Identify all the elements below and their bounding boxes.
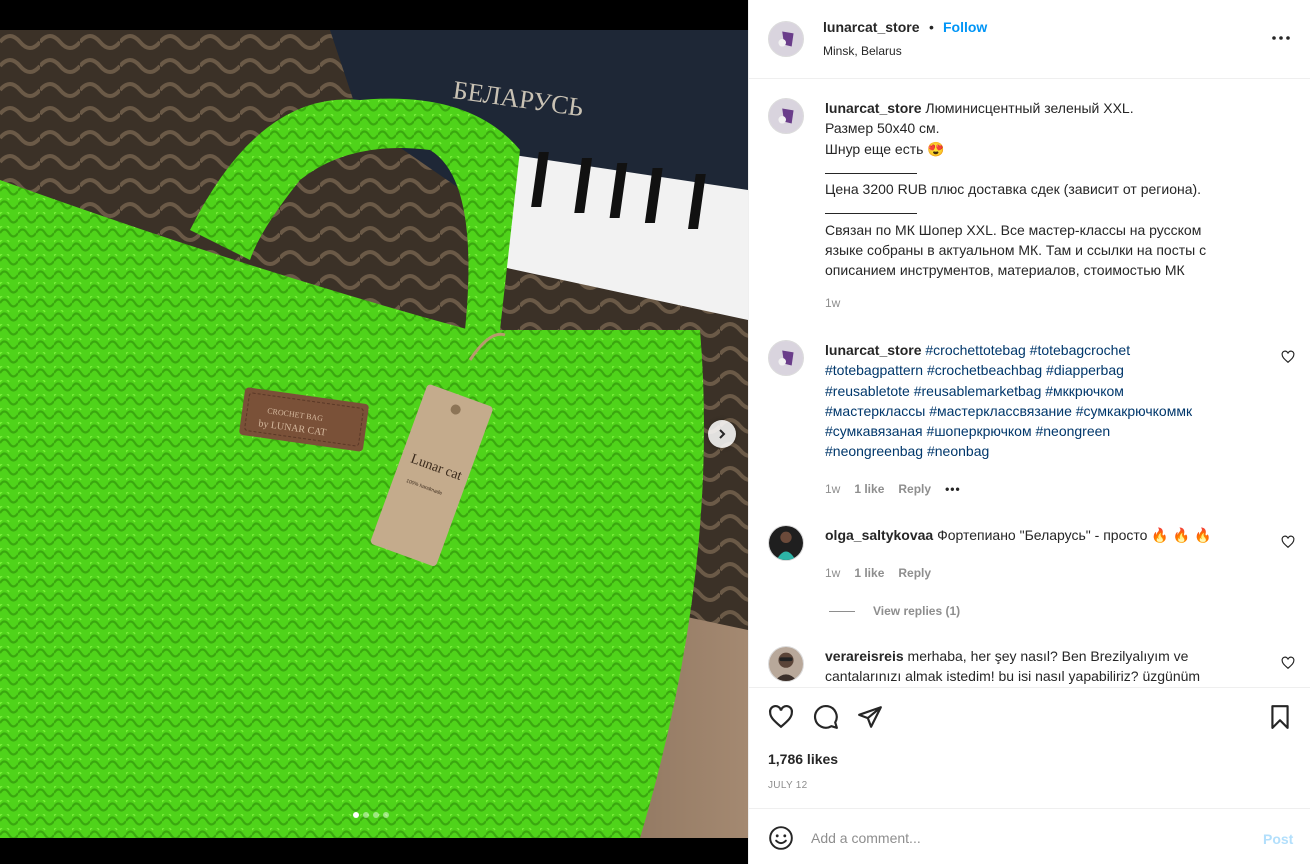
profile-picture bbox=[769, 22, 803, 56]
comment-timestamp[interactable]: 1w bbox=[825, 566, 840, 580]
share-icon[interactable] bbox=[857, 704, 883, 730]
caption-line: Размер 50х40 см. bbox=[825, 120, 940, 137]
view-replies-button[interactable]: View replies (1) bbox=[829, 604, 960, 618]
comment-text: olga_saltykovaa Фортепиано "Беларусь" - … bbox=[825, 525, 1265, 545]
comment-likes-count[interactable]: 1 like bbox=[854, 566, 884, 580]
post-actions: 1,786 likes JULY 12 bbox=[749, 687, 1310, 807]
comments-list[interactable]: lunarcat_store Люминисцентный зеленый XX… bbox=[749, 80, 1310, 686]
comment-likes-count[interactable]: 1 like bbox=[854, 482, 884, 496]
caption-meta: 1w bbox=[825, 296, 840, 310]
comment-username[interactable]: olga_saltykovaa bbox=[825, 527, 933, 543]
caption-timestamp[interactable]: 1w bbox=[825, 296, 840, 310]
avatar[interactable] bbox=[768, 98, 804, 134]
post-location[interactable]: Minsk, Belarus bbox=[823, 44, 902, 58]
caption-line: Люминисцентный зеленый XXL. bbox=[925, 100, 1134, 116]
carousel-next-button[interactable] bbox=[708, 420, 736, 448]
caption-line: Цена 3200 RUB плюс доставка сдек (зависи… bbox=[825, 181, 1202, 198]
hashtag-line[interactable]: #reusabletote #reusablemarketbag #мккрюч… bbox=[825, 381, 1265, 401]
profile-picture bbox=[769, 99, 803, 133]
caption-text: lunarcat_store Люминисцентный зеленый XX… bbox=[825, 98, 1265, 281]
like-comment-heart-icon[interactable] bbox=[1281, 535, 1295, 549]
divider-underline bbox=[825, 199, 1265, 219]
instagram-post-modal: БЕЛАРУСЬ CROCHET BAG by LUNAR CAT Lunar … bbox=[0, 0, 1310, 864]
comment-body: cantalarınızı almak istedim! bu isi nası… bbox=[825, 668, 1201, 685]
avatar[interactable] bbox=[768, 646, 804, 682]
comment-item: olga_saltykovaa Фортепиано "Беларусь" - … bbox=[749, 525, 1310, 625]
comment-input[interactable] bbox=[811, 827, 1241, 849]
comment-meta: 1w 1 like Reply bbox=[825, 566, 931, 580]
avatar[interactable] bbox=[768, 525, 804, 561]
like-comment-heart-icon[interactable] bbox=[1281, 350, 1295, 364]
comment-item: verareisreis merhaba, her şey nasıl? Ben… bbox=[749, 646, 1310, 686]
carousel-dot[interactable] bbox=[383, 812, 389, 818]
comment-body: Фортепиано "Беларусь" - просто 🔥 🔥 🔥 bbox=[937, 527, 1212, 543]
post-date[interactable]: JULY 12 bbox=[768, 780, 808, 791]
caption-line: Шнур еще есть 😍 bbox=[825, 140, 945, 157]
comment-item: lunarcat_store #crochettotebag #totebagc… bbox=[749, 340, 1310, 500]
hashtag-line[interactable]: #crochettotebag #totebagcrochet bbox=[925, 342, 1130, 358]
comment-meta: 1w 1 like Reply ••• bbox=[825, 482, 961, 496]
caption-username[interactable]: lunarcat_store bbox=[825, 100, 921, 116]
carousel-dot[interactable] bbox=[363, 812, 369, 818]
profile-picture bbox=[769, 647, 803, 681]
heart-icon[interactable] bbox=[768, 704, 794, 730]
comment-text: lunarcat_store #crochettotebag #totebagc… bbox=[825, 340, 1265, 462]
comment-text: verareisreis merhaba, her şey nasıl? Ben… bbox=[825, 646, 1265, 686]
avatar[interactable] bbox=[768, 340, 804, 376]
replies-line-icon bbox=[829, 610, 855, 612]
carousel-dots bbox=[353, 812, 389, 818]
caption-line: Связан по МК Шопер XXL. Все мастер-класс… bbox=[825, 221, 1202, 238]
hashtag-line[interactable]: #totebagpattern #crochetbeachbag #diappe… bbox=[825, 360, 1265, 380]
reply-button[interactable]: Reply bbox=[898, 566, 931, 580]
post-comment-button[interactable]: Post bbox=[1263, 831, 1293, 847]
hashtag-line[interactable]: #мастерклассы #мастерклассвязание #сумка… bbox=[825, 401, 1265, 421]
comment-username[interactable]: verareisreis bbox=[825, 648, 904, 664]
carousel-dot[interactable] bbox=[353, 812, 359, 818]
hashtag-line[interactable]: #сумкавязаная #шоперкрючком #neongreen bbox=[825, 421, 1265, 441]
comment-body: merhaba, her şey nasıl? Ben Brezilyalıyı… bbox=[907, 648, 1189, 664]
post-side-panel: lunarcat_store • Follow Minsk, Belarus l… bbox=[748, 0, 1310, 864]
caption-line: языке собраны в актуальном МК. Там и ссы… bbox=[825, 242, 1207, 259]
emoji-icon[interactable] bbox=[768, 825, 794, 851]
likes-count[interactable]: 1,786 likes bbox=[768, 751, 838, 767]
comment-options-button[interactable]: ••• bbox=[945, 482, 961, 496]
hashtag-line[interactable]: #neongreenbag #neonbag bbox=[825, 441, 1265, 461]
divider-underline bbox=[825, 159, 1265, 179]
chevron-right-icon bbox=[719, 429, 726, 439]
reply-button[interactable]: Reply bbox=[898, 482, 931, 496]
post-author-username[interactable]: lunarcat_store bbox=[823, 19, 919, 35]
profile-picture bbox=[769, 526, 803, 560]
view-replies-label[interactable]: View replies (1) bbox=[873, 604, 960, 618]
avatar[interactable] bbox=[768, 21, 804, 57]
follow-button[interactable]: Follow bbox=[943, 19, 987, 35]
comment-username[interactable]: lunarcat_store bbox=[825, 342, 921, 358]
post-header: lunarcat_store • Follow Minsk, Belarus bbox=[749, 0, 1310, 79]
comment-icon[interactable] bbox=[813, 704, 839, 730]
separator-bullet: • bbox=[929, 19, 934, 35]
add-comment-bar: Post bbox=[749, 808, 1310, 864]
post-caption: lunarcat_store Люминисцентный зеленый XX… bbox=[749, 98, 1310, 318]
carousel-dot[interactable] bbox=[373, 812, 379, 818]
caption-line: описанием инструментов, материалов, стои… bbox=[825, 262, 1185, 279]
bookmark-icon[interactable] bbox=[1267, 704, 1293, 730]
like-comment-heart-icon[interactable] bbox=[1281, 656, 1295, 670]
post-media-carousel[interactable]: БЕЛАРУСЬ CROCHET BAG by LUNAR CAT Lunar … bbox=[0, 30, 748, 838]
profile-picture bbox=[769, 341, 803, 375]
comment-timestamp[interactable]: 1w bbox=[825, 482, 840, 496]
post-photo: БЕЛАРУСЬ CROCHET BAG by LUNAR CAT Lunar … bbox=[0, 30, 748, 838]
more-horizontal-icon[interactable] bbox=[1269, 28, 1293, 48]
